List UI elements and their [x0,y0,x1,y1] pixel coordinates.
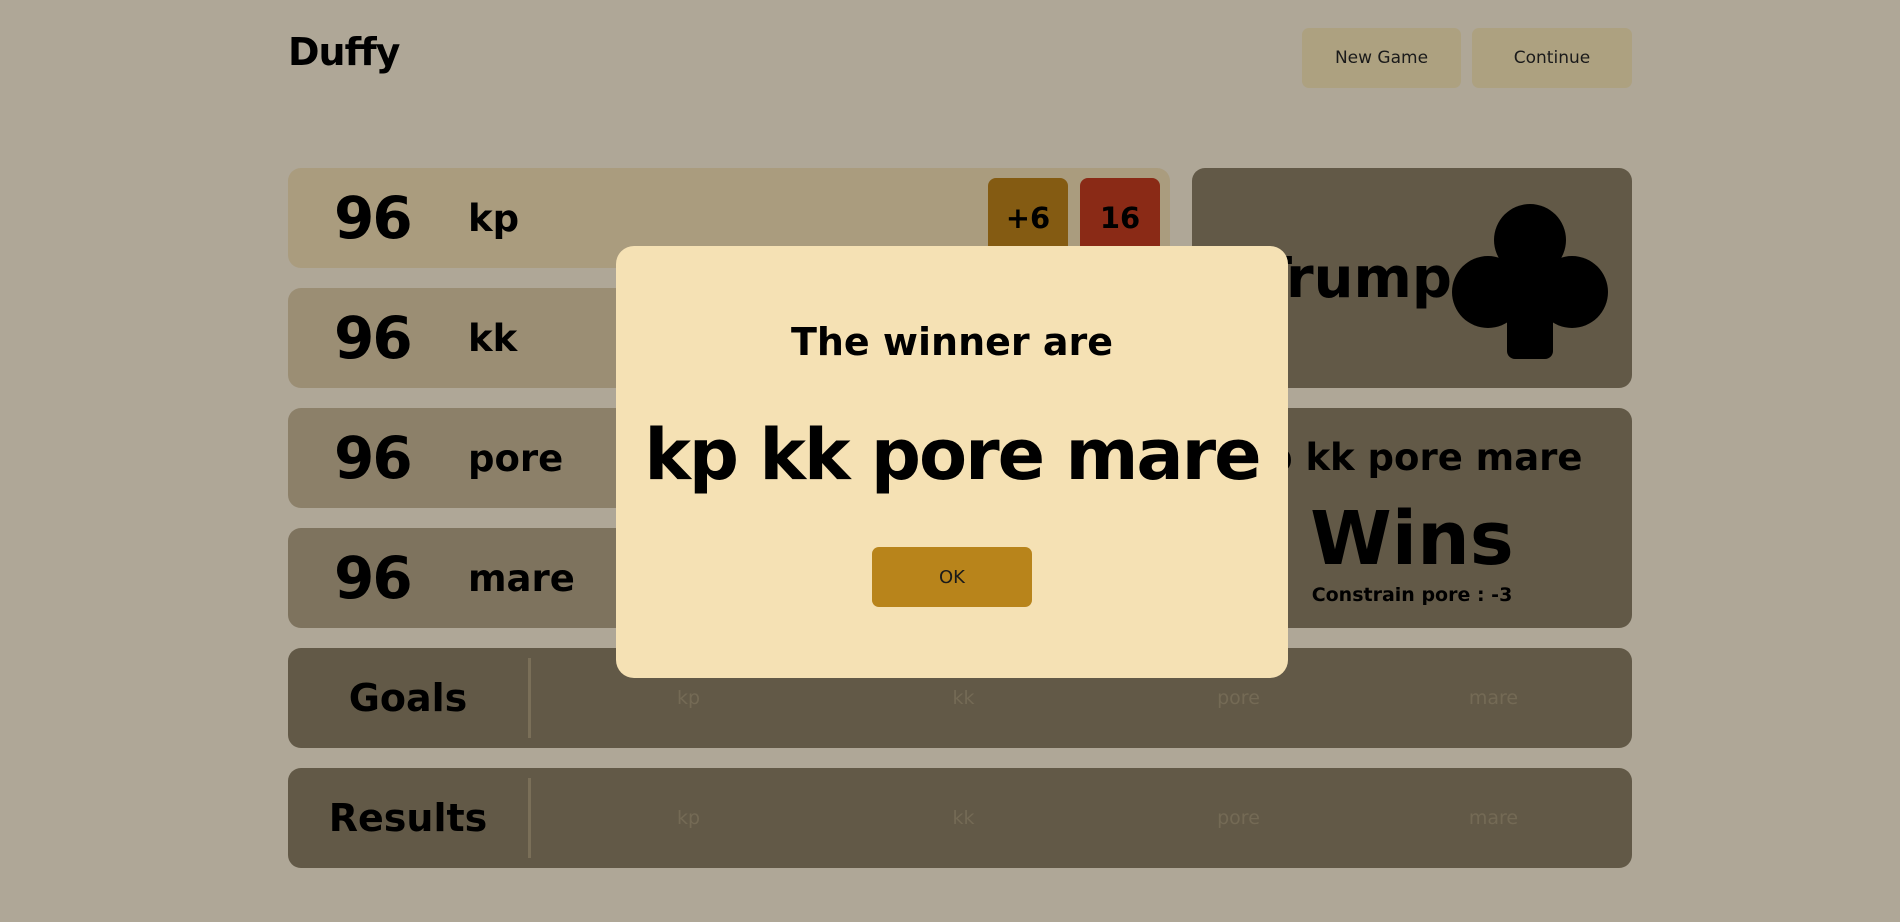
new-game-button[interactable]: New Game [1302,28,1461,88]
player-name: kk [468,316,518,360]
player-score: 96 [334,184,413,252]
modal-title: The winner are [790,320,1114,364]
results-col-mare: mare [1468,807,1519,829]
player-score: 96 [334,544,413,612]
results-col-kp: kp [676,807,701,829]
continue-button[interactable]: Continue [1472,28,1632,88]
app-title: Duffy [288,30,400,74]
club-icon [1452,204,1608,359]
winner-modal: The winner are kp kk pore mare OK [616,246,1288,678]
player-name: pore [468,436,564,480]
player-name: kp [468,196,520,240]
results-col-pore: pore [1217,807,1260,829]
player-score: 96 [334,424,413,492]
goals-col-mare: mare [1468,687,1519,709]
results-col-kk: kk [952,807,975,829]
results-row: Results kp kk pore mare [288,768,1632,868]
player-score: 96 [334,304,413,372]
modal-winners: kp kk pore mare [644,414,1261,496]
ok-button[interactable]: OK [872,547,1032,607]
player-name: mare [468,556,575,600]
row-divider [528,778,531,858]
results-label: Results [328,796,488,840]
goals-label: Goals [348,676,468,720]
row-divider [528,658,531,738]
